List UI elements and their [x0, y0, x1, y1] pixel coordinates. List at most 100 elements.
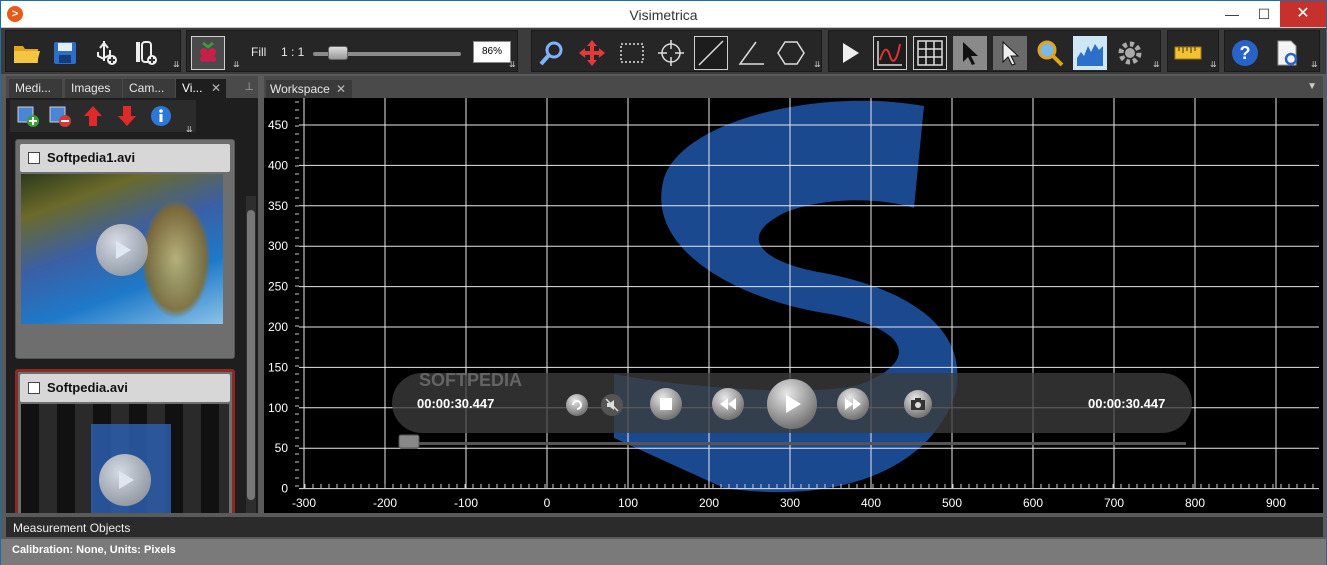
- view-toolbar-group: ⇊: [828, 30, 1161, 72]
- mute-icon[interactable]: [601, 394, 623, 416]
- help-icon[interactable]: ?: [1228, 36, 1262, 70]
- x-tick-label: 900: [1266, 496, 1286, 510]
- rectangle-select-icon[interactable]: [615, 36, 649, 70]
- svg-text:?: ?: [1240, 43, 1251, 63]
- pin-icon[interactable]: ⊥: [244, 80, 254, 93]
- app-window: > Visimetrica — ☐ ✕ ⇊ ⇊ ⇊ Fill 1 : 1 86%: [0, 0, 1327, 565]
- ruler-icon[interactable]: [1171, 36, 1205, 70]
- move-up-icon[interactable]: [80, 103, 106, 129]
- main-toolbar: ⇊ ⇊ ⇊ Fill 1 : 1 86% ⇊ ⇊ ⇊ ? ⇊: [1, 28, 1326, 74]
- y-tick-label: 50: [275, 441, 289, 455]
- one-to-one-button[interactable]: 1 : 1: [281, 45, 304, 59]
- overflow-icon[interactable]: ⇊: [814, 61, 822, 69]
- open-folder-icon[interactable]: [9, 36, 43, 70]
- magnifier-icon[interactable]: [1033, 36, 1067, 70]
- add-video-icon[interactable]: [15, 103, 41, 129]
- thumbnail-shape: [141, 199, 211, 319]
- pointer-icon[interactable]: [953, 36, 987, 70]
- save-icon[interactable]: [48, 36, 82, 70]
- workspace-canvas[interactable]: 450400350300250200150100500 -300 -200 -100…: [264, 98, 1323, 513]
- histogram-icon[interactable]: [1073, 36, 1107, 70]
- snapshot-camera-icon[interactable]: [904, 390, 932, 418]
- remove-video-icon[interactable]: [47, 103, 73, 129]
- left-panel: Medi... Images Cam... Vi... ✕ ⊥ ⇊ Softped…: [6, 76, 258, 513]
- grid-icon[interactable]: [913, 36, 947, 70]
- y-tick-label: 250: [268, 280, 288, 294]
- pointer-dark-icon[interactable]: [993, 36, 1027, 70]
- overflow-icon[interactable]: ⇊: [1311, 61, 1319, 69]
- tab-videos[interactable]: Vi... ✕: [176, 79, 226, 98]
- angle-icon[interactable]: [734, 36, 768, 70]
- close-button[interactable]: ✕: [1280, 1, 1326, 27]
- tab-media[interactable]: Medi...: [9, 79, 62, 98]
- play-button[interactable]: [767, 379, 817, 429]
- fill-button[interactable]: Fill: [251, 45, 266, 59]
- overflow-icon[interactable]: ⇊: [1210, 61, 1218, 69]
- maximize-button[interactable]: ☐: [1248, 1, 1280, 27]
- polygon-icon[interactable]: [774, 36, 808, 70]
- usb-icon[interactable]: [89, 36, 123, 70]
- title-bar: > Visimetrica — ☐ ✕: [1, 1, 1326, 28]
- video-card[interactable]: Softpedia1.avi: [15, 139, 235, 359]
- video-thumbnail: [21, 174, 223, 324]
- help-toolbar-group: ? ⇊: [1224, 30, 1320, 72]
- overflow-icon[interactable]: ⇊: [233, 61, 241, 69]
- x-tick-label: 800: [1185, 496, 1205, 510]
- x-tick-label: 300: [780, 496, 800, 510]
- tab-workspace[interactable]: Workspace ✕: [266, 80, 352, 98]
- close-icon[interactable]: ✕: [336, 80, 346, 98]
- x-tick-label: -300: [292, 496, 316, 510]
- workspace-tab-bar: Workspace ✕ ▼: [264, 76, 1323, 98]
- x-tick-label: 100: [618, 496, 638, 510]
- zoom-icon[interactable]: [535, 36, 569, 70]
- x-tick-label: 400: [861, 496, 881, 510]
- overflow-icon[interactable]: ⇊: [186, 126, 194, 134]
- stop-icon[interactable]: [650, 388, 682, 420]
- measurement-objects-label[interactable]: Measurement Objects: [13, 521, 130, 535]
- tab-menu-icon[interactable]: ▼: [1307, 81, 1317, 92]
- fast-forward-icon[interactable]: [837, 388, 869, 420]
- settings-icon[interactable]: [1113, 36, 1147, 70]
- video-name: Softpedia1.avi: [47, 150, 136, 165]
- video-checkbox[interactable]: [28, 382, 40, 394]
- tab-videos-label: Vi...: [182, 81, 203, 95]
- y-tick-label: 400: [268, 158, 288, 172]
- overflow-icon[interactable]: ⇊: [173, 61, 181, 69]
- seek-track[interactable]: [404, 442, 1186, 445]
- info-icon[interactable]: [148, 103, 174, 129]
- zoom-percent-field[interactable]: 86%: [473, 41, 511, 63]
- y-tick-label: 300: [268, 239, 288, 253]
- video-checkbox[interactable]: [28, 152, 40, 164]
- video-card-header: Softpedia1.avi: [20, 144, 230, 172]
- x-tick-label: 700: [1104, 496, 1124, 510]
- x-tick-label: -100: [454, 496, 478, 510]
- rewind-icon[interactable]: [712, 388, 744, 420]
- loop-icon[interactable]: [566, 394, 588, 416]
- move-icon[interactable]: [575, 36, 609, 70]
- play-icon[interactable]: [833, 36, 867, 70]
- add-image-icon[interactable]: [129, 36, 163, 70]
- seek-thumb[interactable]: [398, 434, 420, 449]
- move-down-icon[interactable]: [114, 103, 140, 129]
- tab-cameras[interactable]: Cam...: [123, 79, 175, 98]
- line-icon[interactable]: [694, 36, 728, 70]
- tab-images[interactable]: Images: [65, 79, 122, 98]
- overflow-icon[interactable]: ⇊: [1153, 61, 1161, 69]
- status-text: Calibration: None, Units: Pixels: [12, 544, 176, 556]
- minimize-button[interactable]: —: [1216, 1, 1248, 27]
- document-icon[interactable]: [1270, 36, 1304, 70]
- zoom-slider-thumb[interactable]: [328, 46, 349, 60]
- raspberry-pi-icon[interactable]: [191, 36, 225, 70]
- video-list-scrollbar[interactable]: [246, 196, 256, 513]
- total-time: 00:00:30.447: [1088, 396, 1166, 411]
- zoom-toolbar-group: ⇊ ⇊: [186, 30, 518, 72]
- crosshair-icon[interactable]: [654, 36, 688, 70]
- scrollbar-thumb[interactable]: [247, 210, 255, 500]
- close-icon[interactable]: ✕: [211, 79, 221, 98]
- play-overlay-icon[interactable]: [99, 454, 151, 506]
- video-card-selected[interactable]: Softpedia.avi: [15, 369, 235, 513]
- chart-icon[interactable]: [873, 36, 907, 70]
- watermark-text: SOFTPEDIA: [419, 370, 522, 390]
- play-overlay-icon[interactable]: [96, 224, 148, 276]
- y-tick-label: 100: [268, 401, 288, 415]
